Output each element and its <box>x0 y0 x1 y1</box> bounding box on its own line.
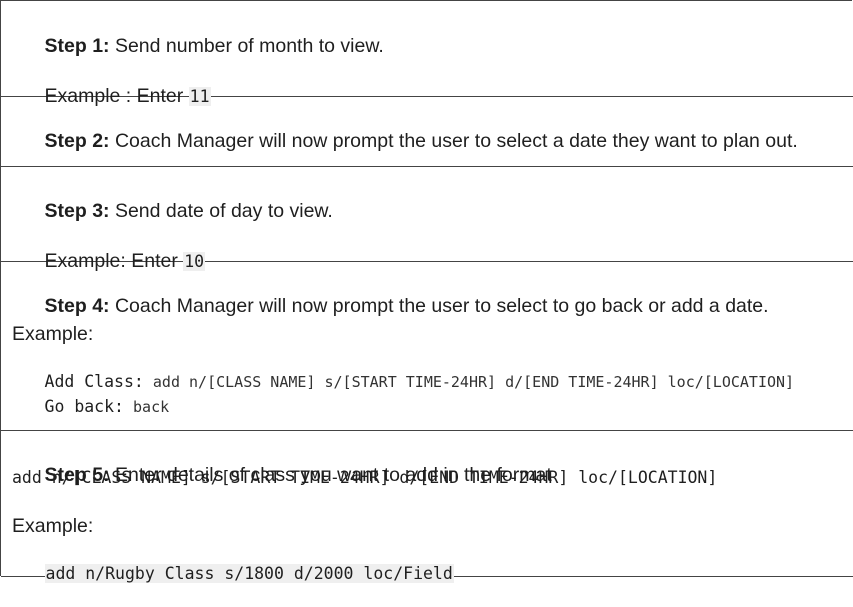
step-text: Coach Manager will now prompt the user t… <box>109 130 798 152</box>
step-text: Coach Manager will now prompt the user t… <box>109 295 769 317</box>
command-value: back <box>124 398 170 416</box>
step-2-line: Step 2: Coach Manager will now prompt th… <box>12 108 798 174</box>
step-5-row: Step 5: Enter details of class you want … <box>1 431 853 583</box>
step-text: Send date of day to view. <box>109 200 333 222</box>
command-key: Go back: <box>44 397 124 416</box>
command-format: add n/[CLASS NAME] s/[START TIME-24HR] d… <box>12 468 718 487</box>
step-3-row: Step 3: Send date of day to view. Exampl… <box>1 167 853 272</box>
step-label: Step 3: <box>44 200 110 222</box>
example-label: Example: <box>12 323 94 345</box>
command-value: add n/[CLASS NAME] s/[START TIME-24HR] d… <box>143 373 795 391</box>
example-label: Example: <box>12 515 94 537</box>
step-4-row: Step 4: Coach Manager will now prompt th… <box>1 262 853 431</box>
step-1-row: Step 1: Send number of month to view. Ex… <box>1 1 853 107</box>
go-back-command: Go back: back <box>12 373 170 440</box>
step-text: Send number of month to view. <box>109 35 384 57</box>
example-code: add n/Rugby Class s/1800 d/2000 loc/Fiel… <box>44 564 454 583</box>
steps-table: Step 1: Send number of month to view. Ex… <box>0 0 853 583</box>
step-2-row: Step 2: Coach Manager will now prompt th… <box>1 97 853 167</box>
step-label: Step 1: <box>44 35 110 57</box>
step-label: Step 2: <box>44 130 110 152</box>
step-label: Step 4: <box>44 295 110 317</box>
step-4-line: Step 4: Coach Manager will now prompt th… <box>12 273 769 339</box>
step-5-example: add n/Rugby Class s/1800 d/2000 loc/Fiel… <box>12 540 454 607</box>
